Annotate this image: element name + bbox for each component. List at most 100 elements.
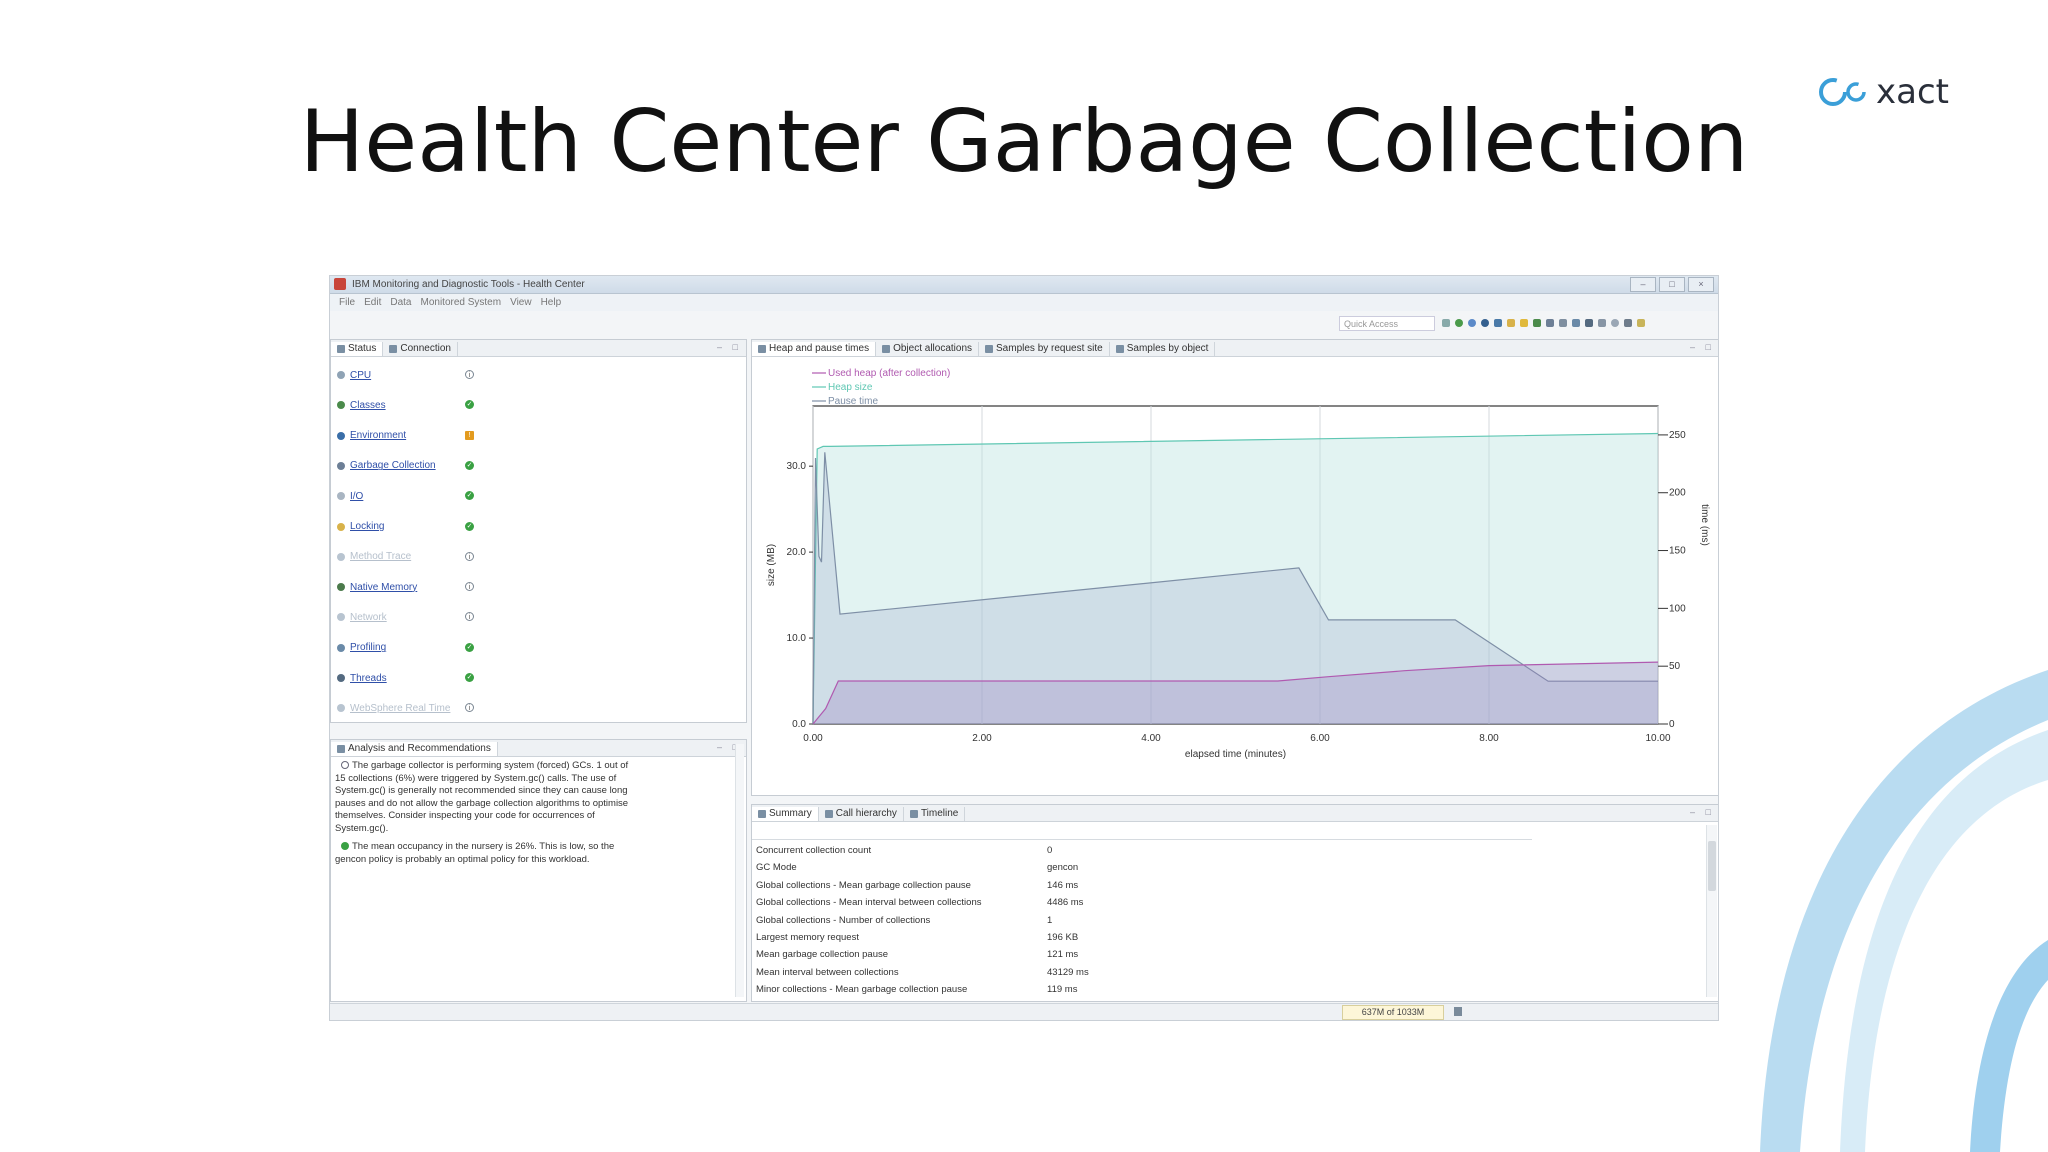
tab-connection[interactable]: Connection: [383, 342, 458, 356]
toolbar-perspective-icon[interactable]: [1442, 319, 1450, 327]
run-gc-icon[interactable]: [1454, 1007, 1462, 1016]
toolbar-gc-icon[interactable]: [1598, 319, 1606, 327]
summary-table-header: [752, 827, 1532, 840]
lock-icon: [337, 522, 345, 531]
cpu-icon: [337, 371, 345, 379]
table-row[interactable]: Mean garbage collection pause 121 ms: [756, 946, 1156, 963]
status-item-label[interactable]: Locking: [350, 521, 384, 532]
menubar: File Edit Data Monitored System View Hel…: [330, 294, 1718, 311]
status-item-classes[interactable]: Classes: [337, 398, 477, 412]
analysis-scrollbar[interactable]: [735, 744, 744, 997]
summary-scrollbar[interactable]: [1706, 825, 1717, 997]
status-item-native-memory[interactable]: Native Memory: [337, 580, 477, 594]
garbage-collection-icon: [337, 461, 345, 470]
timeline-tab-icon: [909, 810, 918, 818]
status-item-label[interactable]: CPU: [350, 370, 371, 381]
close-button[interactable]: ×: [1688, 277, 1714, 292]
toolbar-view-icon[interactable]: [1637, 319, 1645, 327]
menu-view[interactable]: View: [510, 297, 532, 308]
tab-summary[interactable]: Summary: [752, 807, 819, 821]
network-icon: [337, 613, 345, 622]
slide-title: Health Center Garbage Collection: [299, 92, 1749, 192]
classes-icon: [337, 401, 345, 410]
toolbar-threads-icon[interactable]: [1585, 319, 1593, 327]
table-row[interactable]: Mean interval between collections 43129 m…: [756, 964, 1156, 981]
info-icon: [341, 761, 349, 770]
toolbar-record-icon[interactable]: [1481, 319, 1489, 327]
table-row[interactable]: GC Mode gencon: [756, 859, 1156, 876]
tab-heap-and-pause-times[interactable]: Heap and pause times: [752, 342, 877, 356]
tab-samples-by-object[interactable]: Samples by object: [1110, 342, 1216, 356]
toolbar-trace-icon[interactable]: [1546, 319, 1554, 327]
status-item-label[interactable]: Environment: [350, 430, 406, 441]
logo-text: xact: [1876, 72, 1949, 112]
status-item-network[interactable]: Network: [337, 610, 477, 624]
toolbar-data-icon[interactable]: [1494, 319, 1502, 327]
toolbar-lock-icon[interactable]: [1520, 319, 1528, 327]
tab-timeline[interactable]: Timeline: [904, 807, 966, 821]
toolbar-connect-icon[interactable]: [1468, 319, 1476, 327]
summary-value: 121 ms: [1047, 949, 1079, 961]
tab-status[interactable]: Status: [331, 342, 384, 356]
summary-panel-minmax-icon[interactable]: – □: [1690, 807, 1715, 817]
status-item-label[interactable]: Native Memory: [350, 582, 417, 593]
status-item-cpu[interactable]: CPU: [337, 368, 477, 382]
status-item-threads[interactable]: Threads: [337, 671, 477, 685]
status-item-profiling[interactable]: Profiling: [337, 641, 477, 655]
status-item-method-trace[interactable]: Method Trace: [337, 550, 477, 564]
summary-key: Mean interval between collections: [756, 966, 899, 978]
heap-tab-icon: [758, 345, 766, 353]
table-row[interactable]: Minor collections - Mean garbage collect…: [756, 981, 1156, 998]
menu-file[interactable]: File: [339, 297, 355, 308]
table-row[interactable]: Largest memory request 196 KB: [756, 929, 1156, 946]
method-trace-icon: [337, 552, 345, 561]
toolbar-memory-icon[interactable]: [1533, 319, 1541, 327]
toolbar-info-icon[interactable]: [1611, 319, 1619, 327]
status-item-locking[interactable]: Locking: [337, 520, 477, 534]
tab-call-hierarchy[interactable]: Call hierarchy: [819, 807, 904, 821]
menu-monitored-system[interactable]: Monitored System: [420, 297, 501, 308]
status-item-label[interactable]: I/O: [350, 491, 363, 502]
status-item-label[interactable]: Network: [350, 612, 387, 623]
logo-rings-icon: [1819, 78, 1866, 106]
chart-panel-minmax-icon[interactable]: – □: [1690, 342, 1715, 352]
status-item-environment[interactable]: Environment: [337, 429, 477, 443]
minimize-button[interactable]: –: [1630, 277, 1656, 292]
toolbar-refresh-icon[interactable]: [1455, 319, 1463, 327]
legend-label: Heap size: [828, 382, 873, 393]
tab-analysis[interactable]: Analysis and Recommendations: [331, 742, 498, 756]
toolbar-save-icon[interactable]: [1507, 319, 1515, 327]
tab-samples-by-request-site[interactable]: Samples by request site: [979, 342, 1110, 356]
analysis-panel: Analysis and Recommendations – □ The gar…: [330, 739, 747, 1002]
table-row[interactable]: Global collections - Mean garbage collec…: [756, 877, 1156, 894]
status-item-garbage-collection[interactable]: Garbage Collection: [337, 459, 477, 473]
table-row[interactable]: Global collections - Mean interval betwe…: [756, 894, 1156, 911]
status-item-i-o[interactable]: I/O: [337, 489, 477, 503]
status-item-label[interactable]: WebSphere Real Time: [350, 703, 450, 714]
quick-access-input[interactable]: Quick Access: [1339, 316, 1435, 331]
status-panel-minmax-icon[interactable]: – □: [717, 342, 742, 352]
y-tick-label: 20.0: [787, 547, 807, 558]
chart-panel: Heap and pause times Object allocations …: [751, 339, 1718, 796]
menu-help[interactable]: Help: [541, 297, 562, 308]
summary-scrollbar-thumb[interactable]: [1708, 841, 1716, 891]
menu-edit[interactable]: Edit: [364, 297, 381, 308]
menu-data[interactable]: Data: [390, 297, 411, 308]
toolbar-profile-icon[interactable]: [1572, 319, 1580, 327]
tab-object-allocations[interactable]: Object allocations: [876, 342, 980, 356]
status-item-label[interactable]: Profiling: [350, 642, 386, 653]
toolbar-sound-icon[interactable]: [1624, 319, 1632, 327]
maximize-button[interactable]: □: [1659, 277, 1685, 292]
status-item-label[interactable]: Threads: [350, 673, 387, 684]
memory-indicator: 637M of 1033M: [1342, 1005, 1444, 1020]
y-tick-label: 10.0: [787, 633, 807, 644]
status-item-label[interactable]: Classes: [350, 400, 386, 411]
table-row[interactable]: Global collections - Number of collectio…: [756, 912, 1156, 929]
status-item-label[interactable]: Garbage Collection: [350, 460, 436, 471]
status-item-label[interactable]: Method Trace: [350, 551, 411, 562]
table-row[interactable]: Concurrent collection count 0: [756, 842, 1156, 859]
analysis-message-1: The garbage collector is performing syst…: [335, 760, 629, 834]
toolbar-network-icon[interactable]: [1559, 319, 1567, 327]
summary-value: 119 ms: [1047, 984, 1078, 996]
status-item-websphere-real-time[interactable]: WebSphere Real Time: [337, 701, 477, 715]
